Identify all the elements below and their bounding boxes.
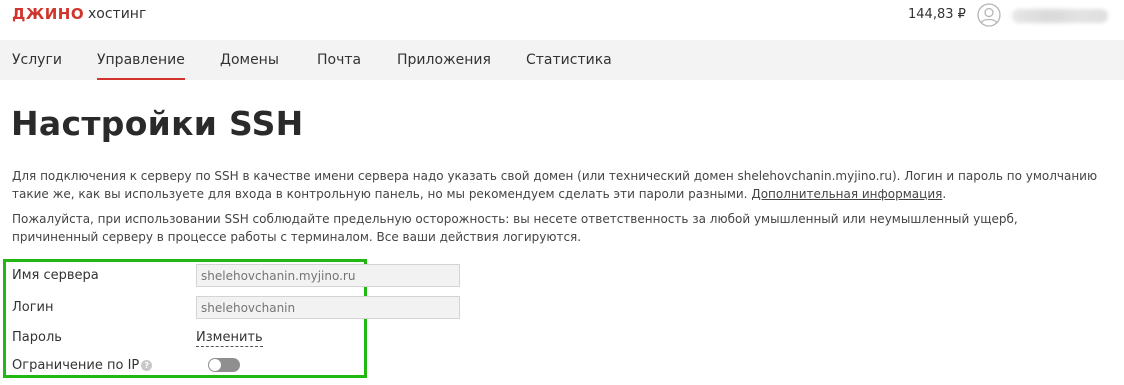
user-circle-icon[interactable] <box>977 3 1001 27</box>
logo-subtitle: хостинг <box>88 6 147 22</box>
nav-item-services[interactable]: Услуги <box>12 40 62 80</box>
server-name-field[interactable] <box>196 264 460 287</box>
nav-item-management[interactable]: Управление <box>97 40 185 80</box>
ip-limit-label: Ограничение по IP? <box>12 358 153 373</box>
nav-item-applications[interactable]: Приложения <box>397 40 491 80</box>
ssh-info-paragraph: Для подключения к серверу по SSH в качес… <box>12 167 1102 203</box>
password-label: Пароль <box>12 330 62 345</box>
top-bar: ДЖИНО хостинг 144,83 ₽ <box>0 0 1124 36</box>
question-circle-icon[interactable]: ? <box>141 360 153 371</box>
logo[interactable]: ДЖИНО <box>12 5 84 23</box>
username-blurred[interactable] <box>1012 9 1108 23</box>
nav-item-statistics[interactable]: Статистика <box>526 40 612 80</box>
more-info-link[interactable]: Дополнительная информация <box>751 187 942 201</box>
page-title: Настройки SSH <box>11 104 304 143</box>
change-password-link[interactable]: Изменить <box>196 330 263 347</box>
main-nav: Услуги Управление Домены Почта Приложени… <box>0 40 1124 80</box>
ssh-warning-paragraph: Пожалуйста, при использовании SSH соблюд… <box>12 212 1018 244</box>
account-balance[interactable]: 144,83 ₽ <box>908 7 966 22</box>
ssh-info-end: . <box>942 187 947 201</box>
login-field[interactable] <box>196 296 460 319</box>
toggle-knob <box>209 359 221 371</box>
server-name-label: Имя сервера <box>12 268 99 283</box>
ip-limit-toggle[interactable] <box>208 358 240 372</box>
nav-item-domains[interactable]: Домены <box>220 40 279 80</box>
login-label: Логин <box>12 300 54 315</box>
nav-item-mail[interactable]: Почта <box>317 40 361 80</box>
ip-limit-label-text: Ограничение по IP <box>12 358 140 373</box>
